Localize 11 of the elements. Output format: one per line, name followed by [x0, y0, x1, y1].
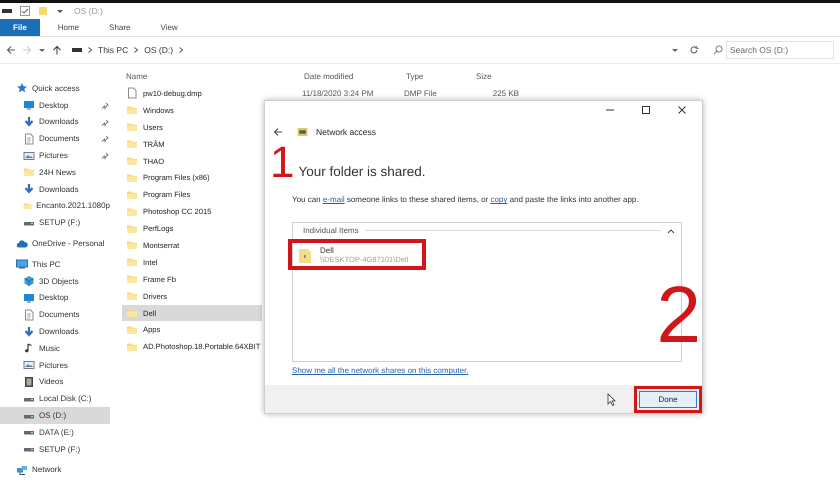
step-number: 1 — [270, 141, 294, 186]
table-cell-text: 225 KB — [492, 88, 519, 98]
window-title: OS (D:) — [74, 6, 103, 16]
group-title: Individual Items — [303, 226, 359, 236]
dialog-heading: Your folder is shared. — [298, 164, 426, 180]
dialog-title: Network access — [316, 126, 376, 137]
item-name: Dell — [320, 246, 335, 255]
table-cell-text: DMP File — [404, 88, 438, 98]
dialog-message: You can e-mail someone links to these shared items, or copy and paste the links into another app. — [292, 195, 640, 204]
table-cell-text: 11/18/2020 3:24 PM — [302, 88, 374, 98]
step-number: 2 — [656, 275, 701, 356]
